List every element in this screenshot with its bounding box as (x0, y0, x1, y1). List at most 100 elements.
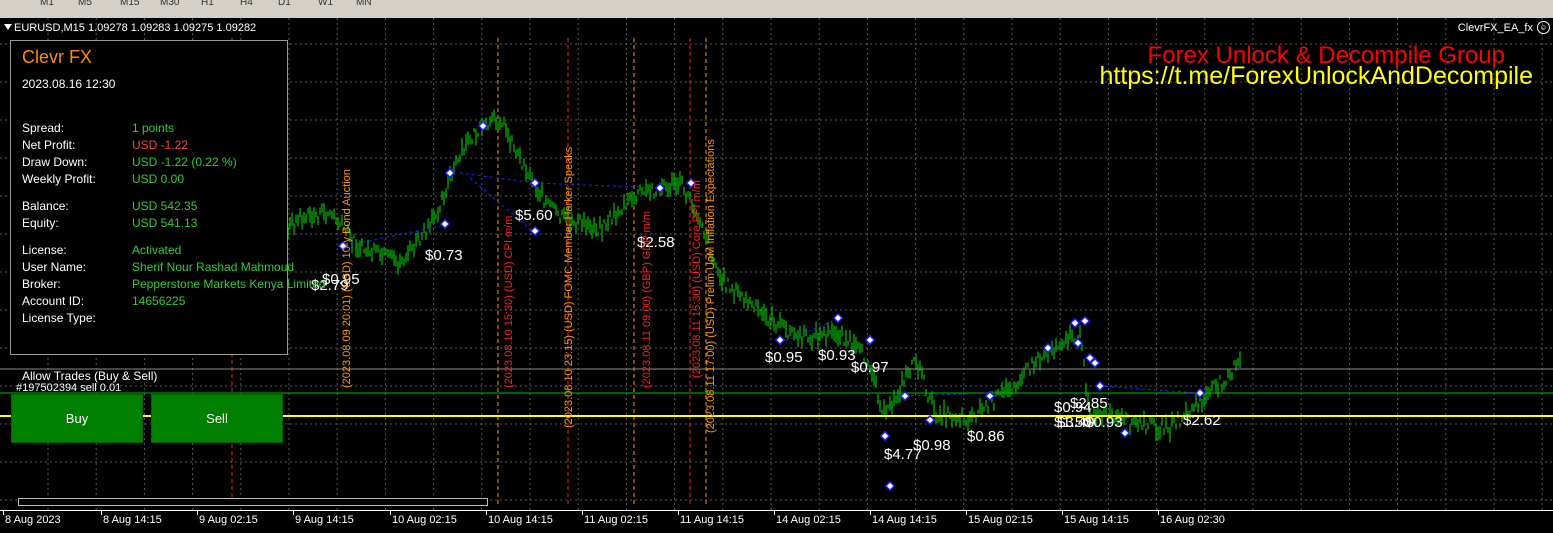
drawdown-label: Draw Down: (22, 155, 88, 169)
price-chart[interactable]: $2.79 $0.95 $0.73 $5.60 $2.58 $0.95 $0.93 $0.97… (0, 18, 1553, 510)
trade-history-line (344, 223, 451, 247)
broker-label: Broker: (22, 277, 61, 291)
equity-label: Equity: (22, 216, 59, 230)
open-order-label: #197502394 sell 0.01 (16, 382, 122, 394)
time-axis-tick (870, 511, 871, 515)
weekly-profit-label: Weekly Profit: (22, 172, 96, 186)
trade-arrow-icon (1042, 342, 1054, 354)
expert-advisor-name: ClevrFX_EA_fx (1457, 22, 1533, 34)
allow-trades-label: Allow Trades (Buy & Sell) (22, 369, 158, 383)
profit-label: $5.60 (515, 207, 553, 224)
timeframe-m1[interactable]: M1 (40, 0, 54, 9)
time-axis-label: 9 Aug 02:15 (199, 514, 258, 526)
time-axis-label: 10 Aug 02:15 (392, 514, 457, 526)
trade-arrow-icon (924, 414, 936, 426)
watermark-url: https://t.me/ForexUnlockAndDecompile (1099, 62, 1533, 90)
weekly-profit-value: USD 0.00 (132, 172, 185, 186)
time-axis-label: 11 Aug 02:15 (584, 514, 649, 526)
trade-arrow-icon (1079, 315, 1091, 327)
spread-value: 1 points (132, 121, 175, 135)
profit-label: $0.93 (818, 347, 856, 364)
spread-label: Spread: (22, 121, 65, 135)
news-event-label: (2023.08.11 09:00) (GBP) GDP m/m (641, 211, 653, 388)
net-profit-label: Net Profit: (22, 138, 76, 152)
license-value: Activated (132, 243, 182, 257)
chart-menu-arrow-icon[interactable] (4, 24, 12, 30)
time-axis-label: 14 Aug 02:15 (776, 514, 841, 526)
time-axis-label: 8 Aug 2023 (5, 514, 61, 526)
time-axis-tick (293, 511, 294, 515)
trade-arrow-icon (1069, 317, 1081, 329)
profit-label: $0.93 (1085, 414, 1123, 431)
license-label: License: (22, 243, 67, 257)
user-name-label: User Name: (22, 260, 87, 274)
time-axis-tick (390, 511, 391, 515)
timeframe-d1[interactable]: D1 (278, 0, 291, 9)
drawdown-value: USD -1.22 (0.22 %) (132, 155, 237, 169)
time-axis: 8 Aug 2023 8 Aug 14:15 9 Aug 02:15 9 Aug 14… (0, 510, 1553, 533)
profit-label: $0.95 (765, 349, 803, 366)
news-event-label: (2023.08.10 23:15) (USD) FOMC Member Har… (563, 146, 575, 428)
trade-history-line (1099, 385, 1201, 394)
time-axis-label: 14 Aug 14:15 (872, 514, 937, 526)
trade-arrow-icon (1094, 380, 1106, 392)
time-axis-label: 9 Aug 14:15 (295, 514, 354, 526)
time-axis-tick (774, 511, 775, 515)
profit-label: $2.85 (1070, 395, 1108, 412)
smiley-icon[interactable]: ☺ (1537, 21, 1550, 34)
ea-info-panel: Clevr FX 2023.08.16 12:30 Spread: 1 poin… (10, 40, 325, 355)
trade-arrow-icon (879, 430, 891, 442)
profit-label: $0.97 (851, 359, 889, 376)
timeframe-w1[interactable]: W1 (318, 0, 333, 9)
time-axis-tick (197, 511, 198, 515)
broker-value: Pepperstone Markets Kenya Limited (132, 277, 326, 291)
panel-datetime: 2023.08.16 12:30 (22, 77, 116, 91)
timeframe-m5[interactable]: M5 (78, 0, 92, 9)
account-id-value: 14656225 (132, 294, 186, 308)
time-axis-label: 11 Aug 14:15 (680, 514, 745, 526)
trade-arrow-icon (774, 334, 786, 346)
trade-arrow-icon (832, 312, 844, 324)
profit-label: $0.73 (425, 247, 463, 264)
account-id-label: Account ID: (22, 294, 85, 308)
trade-arrow-icon (884, 480, 896, 492)
timeframe-h1[interactable]: H1 (201, 0, 214, 9)
net-profit-value: USD -1.22 (132, 138, 189, 152)
time-axis-label: 16 Aug 02:30 (1160, 514, 1225, 526)
profit-label: $0.98 (913, 437, 951, 454)
sell-button[interactable]: Sell (151, 394, 283, 443)
timeframe-h4[interactable]: H4 (240, 0, 253, 9)
balance-label: Balance: (22, 199, 69, 213)
trade-arrow-icon (864, 334, 876, 346)
time-axis-tick (3, 511, 4, 515)
time-axis-tick (966, 511, 967, 515)
news-event-label: (2023.08.10 15:30) (USD) CPI m/m (503, 216, 515, 388)
news-event-label: (2023.08.11 15:30) (USD) Core PPI m/m (691, 180, 703, 378)
license-type-label: License Type: (22, 311, 96, 325)
time-axis-label: 10 Aug 14:15 (488, 514, 553, 526)
time-axis-tick (1062, 511, 1063, 515)
trade-history-line (534, 182, 661, 189)
buy-button[interactable]: Buy (11, 394, 143, 443)
symbol-info: EURUSD,M15 1.09278 1.09283 1.09275 1.092… (14, 22, 257, 34)
trade-arrow-icon (439, 218, 451, 230)
time-axis-tick (101, 511, 102, 515)
time-axis-label: 8 Aug 14:15 (103, 514, 162, 526)
time-axis-tick (486, 511, 487, 515)
time-axis-tick (678, 511, 679, 515)
timeframe-m15[interactable]: M15 (120, 0, 139, 9)
trade-arrow-icon (529, 225, 541, 237)
timeframe-toolbar: M1 M5 M15 M30 H1 H4 D1 W1 MN (0, 0, 1553, 19)
panel-title: Clevr FX (22, 47, 93, 67)
trade-arrow-icon (654, 182, 666, 194)
timeframe-mn[interactable]: MN (356, 0, 372, 9)
trade-arrow-icon (1072, 337, 1084, 349)
time-axis-tick (1158, 511, 1159, 515)
chart-scrollbar[interactable] (18, 498, 488, 506)
news-event-label: (2023.08.09 20:01) (USD) 10-y Bond Aucti… (341, 169, 353, 388)
profit-label: $0.86 (967, 428, 1005, 445)
balance-value: USD 542.35 (132, 199, 198, 213)
timeframe-m30[interactable]: M30 (160, 0, 179, 9)
profit-label: $2.62 (1183, 412, 1221, 429)
trade-arrow-icon (1194, 387, 1206, 399)
